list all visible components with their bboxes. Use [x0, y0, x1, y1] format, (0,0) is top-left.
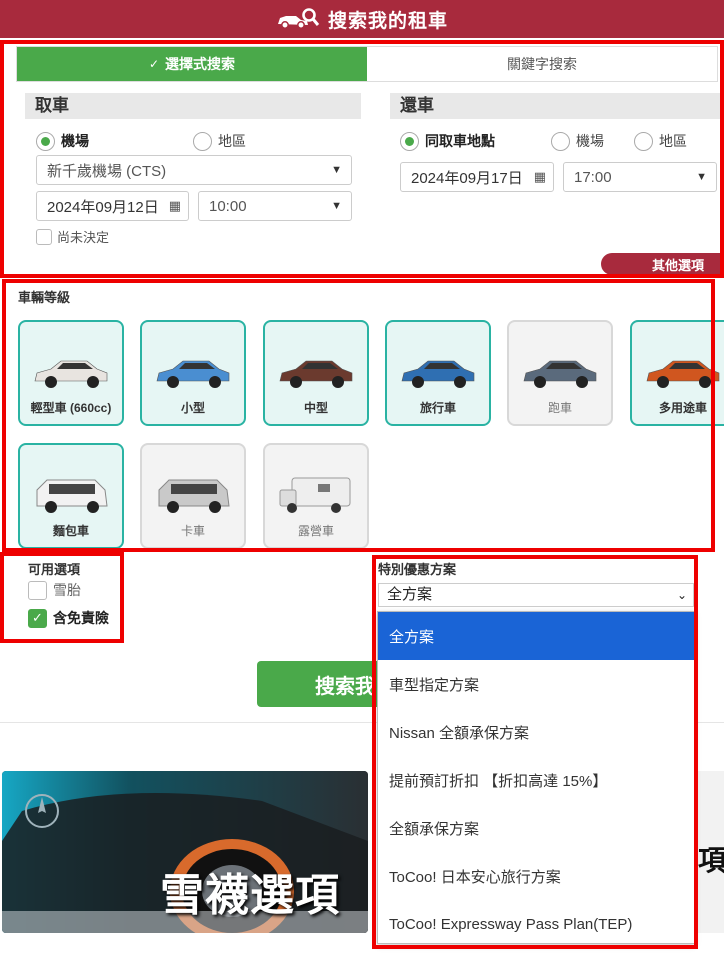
- vehicle-class-card[interactable]: 跑車: [507, 320, 613, 426]
- plans-title: 特別優惠方案: [378, 562, 457, 577]
- checkbox-label: 尚未決定: [57, 230, 110, 245]
- vehicle-class-label: 跑車: [547, 401, 572, 415]
- chevron-down-icon: ⌄: [676, 588, 687, 602]
- vehicle-class-card[interactable]: 露營車: [263, 443, 369, 549]
- radio-label: 機場: [576, 133, 604, 149]
- page-title: 搜索我的租車: [327, 10, 448, 32]
- return-date-field[interactable]: 2024年09月17日 ▦: [400, 162, 554, 192]
- search-button[interactable]: 搜索我: [257, 661, 397, 707]
- tab-label: 選擇式搜索: [165, 56, 236, 72]
- plan-option[interactable]: ToCoo! 日本安心旅行方案: [378, 852, 694, 900]
- plans-selected-value: 全方案: [387, 586, 433, 603]
- radio-label: 同取車地點: [425, 133, 495, 149]
- header-bar: 搜索我的租車: [0, 0, 724, 38]
- vehicle-class-card[interactable]: 麵包車: [18, 443, 124, 549]
- vehicle-class-card[interactable]: 旅行車: [385, 320, 491, 426]
- checkbox-empty-icon: [36, 228, 52, 245]
- plan-option[interactable]: 全額承保方案: [378, 804, 694, 852]
- pickup-location-value: 新千歲機場 (CTS): [47, 162, 167, 180]
- pickup-radio-area[interactable]: 地區: [193, 131, 246, 151]
- radio-label: 地區: [659, 133, 687, 149]
- return-radio-area[interactable]: 地區: [634, 131, 687, 151]
- vehicle-class-label: 卡車: [180, 524, 205, 538]
- tab-keyword-search[interactable]: 關鍵字搜索: [367, 47, 717, 81]
- pickup-time-select[interactable]: 10:00 ▼: [198, 191, 352, 221]
- radio-label: 地區: [218, 133, 246, 149]
- radio-empty-icon: [634, 131, 653, 151]
- vehicle-class-title: 車輛等級: [18, 290, 71, 305]
- return-time-value: 17:00: [574, 168, 612, 186]
- chevron-down-icon: ▼: [331, 164, 342, 176]
- vehicle-class-card[interactable]: 多用途車: [630, 320, 724, 426]
- radio-empty-icon: [551, 131, 570, 151]
- plan-option[interactable]: Nissan 全額承保方案: [378, 708, 694, 756]
- plan-option[interactable]: 車型指定方案: [378, 660, 694, 708]
- pickup-location-select[interactable]: 新千歲機場 (CTS) ▼: [36, 155, 352, 185]
- insurance-checkbox[interactable]: ✓ 含免責險: [28, 608, 109, 628]
- options-title: 可用選項: [28, 562, 81, 577]
- car-image-icon: [520, 349, 600, 395]
- checkbox-empty-icon: [28, 580, 47, 600]
- vehicle-class-label: 小型: [180, 401, 205, 415]
- vehicle-class-label: 旅行車: [419, 401, 456, 415]
- more-options-button[interactable]: 其他選項: [601, 253, 724, 275]
- chevron-down-icon: ▼: [696, 171, 707, 183]
- vehicle-class-card[interactable]: 中型: [263, 320, 369, 426]
- vehicle-class-card[interactable]: 卡車: [140, 443, 246, 549]
- vehicle-class-label: 多用途車: [658, 401, 707, 415]
- vehicle-class-label: 中型: [303, 401, 328, 415]
- calendar-icon: ▦: [168, 198, 181, 213]
- snow-tires-checkbox[interactable]: 雪胎: [28, 580, 81, 600]
- car-image-icon: [278, 472, 354, 518]
- car-image-icon: [153, 349, 233, 395]
- vehicle-class-label: 麵包車: [52, 524, 89, 538]
- return-date-value: 2024年09月17日: [411, 169, 523, 187]
- radio-empty-icon: [193, 131, 212, 151]
- tab-select-search[interactable]: ✓ 選擇式搜索: [17, 47, 367, 81]
- return-time-select[interactable]: 17:00 ▼: [563, 162, 717, 192]
- car-image-icon: [153, 472, 233, 518]
- snow-sock-banner[interactable]: 雪襪選項: [2, 771, 368, 933]
- banner-text: 雪襪選項: [160, 871, 340, 920]
- chevron-down-icon: ▼: [331, 200, 342, 212]
- check-icon: ✓: [148, 57, 160, 71]
- pickup-date-field[interactable]: 2024年09月12日 ▦: [36, 191, 189, 221]
- car-image-icon: [276, 349, 356, 395]
- return-heading: 還車: [390, 93, 724, 119]
- plan-option[interactable]: 提前預訂折扣 【折扣高達 15%】: [378, 756, 694, 804]
- radio-selected-icon: [400, 131, 419, 151]
- car-image-icon: [398, 349, 478, 395]
- return-radio-airport[interactable]: 機場: [551, 131, 604, 151]
- checkbox-label: 雪胎: [53, 582, 81, 598]
- plan-option[interactable]: 全方案: [378, 612, 694, 660]
- radio-label: 機場: [61, 133, 89, 149]
- radio-selected-icon: [36, 131, 55, 151]
- return-radio-same[interactable]: 同取車地點: [400, 131, 495, 151]
- pickup-undecided-checkbox[interactable]: 尚未決定: [36, 227, 109, 246]
- vehicle-class-card[interactable]: 輕型車 (660cc): [18, 320, 124, 426]
- plans-select[interactable]: 全方案 ⌄: [378, 583, 694, 607]
- search-button-label: 搜索我: [315, 675, 375, 698]
- checkmark-icon: ✓: [28, 608, 47, 628]
- pickup-date-value: 2024年09月12日: [47, 198, 159, 216]
- car-image-icon: [31, 349, 111, 395]
- checkbox-label: 含免責險: [53, 610, 109, 626]
- car-search-icon: [276, 7, 320, 31]
- tab-label: 關鍵字搜索: [507, 56, 577, 72]
- search-mode-tabs: ✓ 選擇式搜索 關鍵字搜索: [16, 46, 718, 82]
- plans-dropdown-list: 全方案 車型指定方案 Nissan 全額承保方案 提前預訂折扣 【折扣高達 15…: [377, 611, 695, 944]
- vehicle-class-label: 露營車: [297, 524, 334, 538]
- car-image-icon: [643, 349, 723, 395]
- pickup-heading: 取車: [25, 93, 361, 119]
- vehicle-class-card[interactable]: 小型: [140, 320, 246, 426]
- pickup-time-value: 10:00: [209, 197, 247, 215]
- second-banner[interactable]: 項: [695, 771, 724, 933]
- banner2-text: 項: [698, 845, 724, 876]
- plan-option[interactable]: ToCoo! Expressway Pass Plan(TEP): [378, 900, 694, 948]
- pickup-radio-airport[interactable]: 機場: [36, 131, 89, 151]
- calendar-icon: ▦: [533, 169, 546, 184]
- vehicle-class-label: 輕型車 (660cc): [30, 401, 112, 415]
- car-image-icon: [31, 472, 111, 518]
